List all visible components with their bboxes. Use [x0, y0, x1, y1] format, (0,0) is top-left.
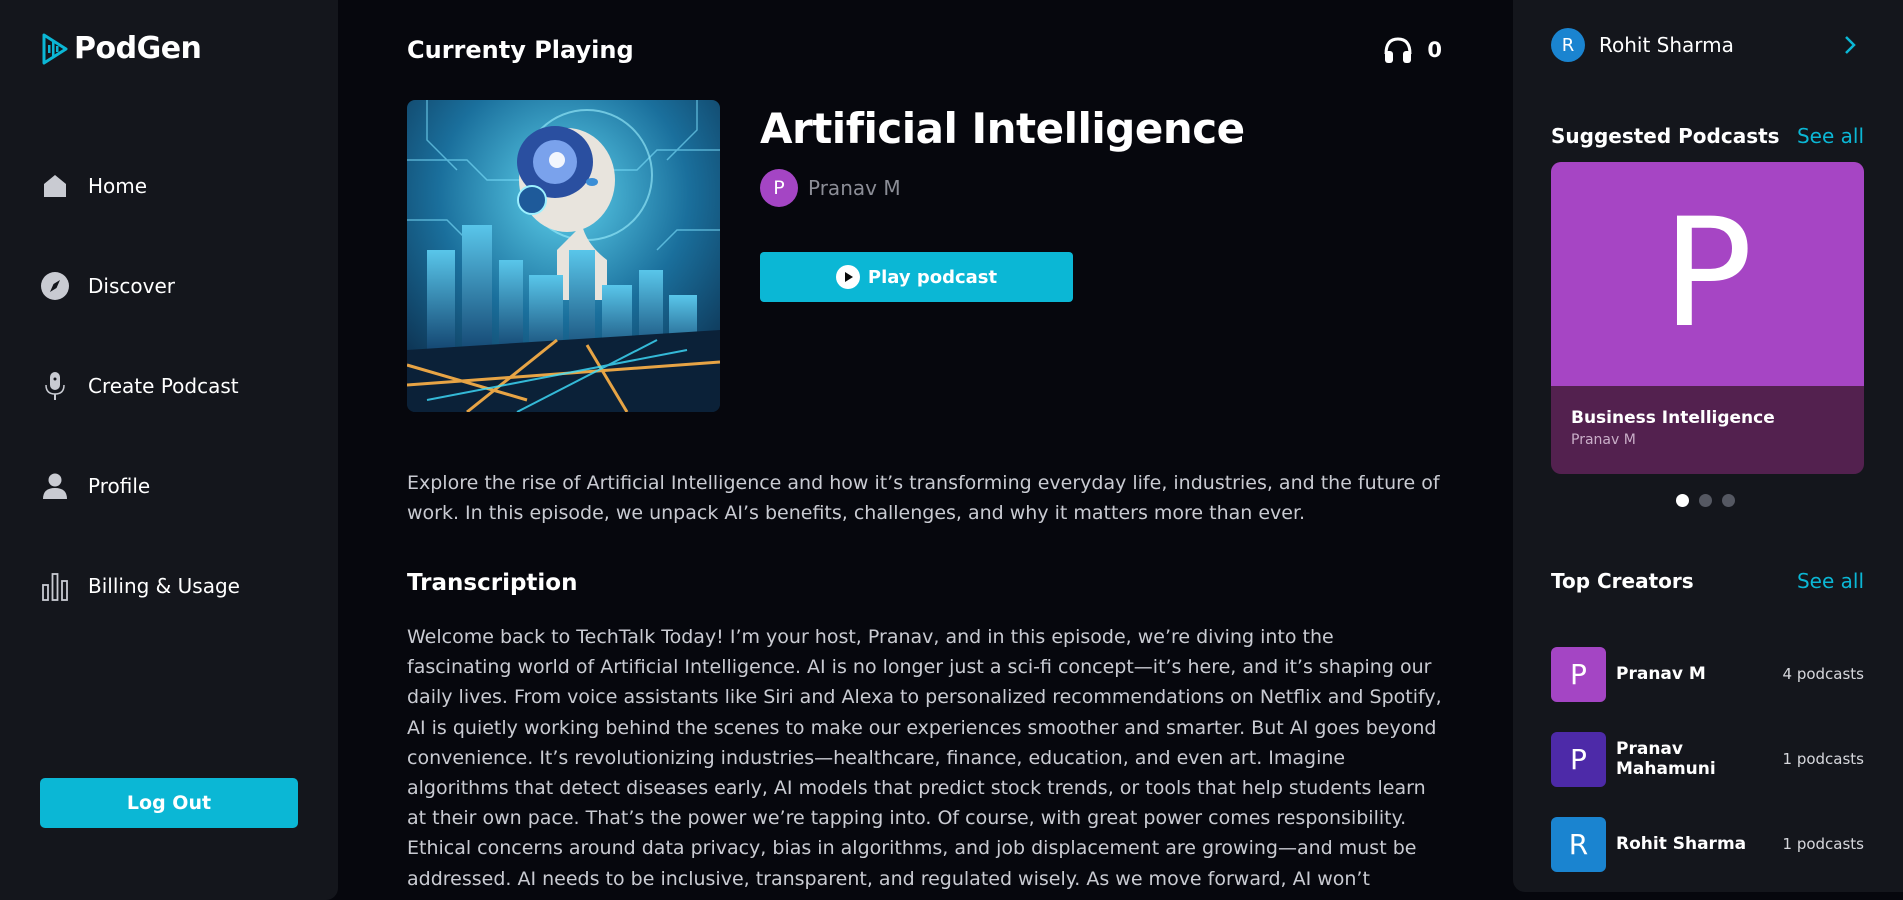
user-name: Rohit Sharma [1599, 33, 1734, 57]
user-profile-link[interactable]: R Rohit Sharma [1551, 28, 1734, 62]
sidebar-item-billing[interactable]: Billing & Usage [40, 571, 240, 601]
sidebar-item-create-podcast[interactable]: Create Podcast [40, 371, 239, 401]
play-icon [835, 265, 860, 289]
avatar: R [1551, 816, 1606, 872]
right-sidebar: R Rohit Sharma Suggested Podcasts See al… [1513, 0, 1903, 892]
author-name: Pranav M [808, 176, 901, 200]
logout-button[interactable]: Log Out [40, 778, 298, 828]
podcast-title: Artificial Intelligence [760, 104, 1245, 153]
creator-item[interactable]: P Pranav Mahamuni 1 podcasts [1551, 731, 1864, 787]
podcast-description: Explore the rise of Artificial Intellige… [407, 472, 1440, 524]
sidebar-item-label: Billing & Usage [88, 574, 240, 598]
bar-chart-icon [40, 571, 70, 601]
logo[interactable]: PodGen [40, 31, 202, 66]
creator-item[interactable]: R Rohit Sharma 1 podcasts [1551, 816, 1864, 872]
page-title: Currenty Playing [407, 36, 634, 64]
podgen-logo-icon [42, 33, 68, 64]
main-content: Currenty Playing 0 Artificial Intelligen… [407, 0, 1442, 900]
creator-item[interactable]: P Pranav M 4 podcasts [1551, 646, 1864, 702]
avatar: P [760, 169, 798, 207]
left-sidebar: PodGen Home Discover Create Podcast Prof… [0, 0, 338, 900]
creator-podcast-count: 1 podcasts [1782, 750, 1864, 768]
creator-name: Rohit Sharma [1616, 834, 1747, 854]
sidebar-item-discover[interactable]: Discover [40, 271, 175, 301]
chevron-right-icon[interactable] [1835, 30, 1865, 60]
sidebar-item-label: Discover [88, 274, 175, 298]
podcast-author[interactable]: P Pranav M [760, 169, 901, 207]
see-all-suggested-link[interactable]: See all [1797, 124, 1864, 148]
see-all-creators-link[interactable]: See all [1797, 569, 1864, 593]
suggested-podcast-cover: P [1551, 162, 1864, 386]
sidebar-item-label: Create Podcast [88, 374, 239, 398]
user-icon [40, 471, 70, 501]
suggested-podcasts-heading: Suggested Podcasts [1551, 124, 1780, 148]
sidebar-item-label: Profile [88, 474, 151, 498]
listener-count-value: 0 [1427, 38, 1442, 62]
avatar: R [1551, 28, 1585, 62]
home-icon [40, 171, 70, 201]
cover-letter: P [1662, 187, 1753, 361]
creator-podcast-count: 4 podcasts [1782, 665, 1864, 683]
headphones-icon [1384, 37, 1412, 63]
creator-name: Pranav Mahamuni [1616, 739, 1716, 779]
creator-name: Pranav M [1616, 664, 1706, 684]
suggested-podcast-card[interactable]: P Business Intelligence Pranav M [1551, 162, 1864, 474]
suggested-podcast-author: Pranav M [1571, 432, 1636, 448]
listener-count: 0 [1383, 36, 1442, 64]
carousel-dot-3[interactable] [1722, 494, 1735, 507]
sidebar-item-profile[interactable]: Profile [40, 471, 150, 501]
avatar: P [1551, 731, 1606, 787]
carousel-dot-2[interactable] [1699, 494, 1712, 507]
compass-icon [40, 271, 70, 301]
play-podcast-button[interactable]: Play podcast [760, 252, 1073, 302]
top-creators-heading: Top Creators [1551, 569, 1694, 593]
transcription-heading: Transcription [407, 570, 578, 596]
suggested-podcast-title: Business Intelligence [1571, 408, 1775, 428]
sidebar-item-label: Home [88, 174, 148, 198]
creator-podcast-count: 1 podcasts [1782, 835, 1864, 853]
play-podcast-label: Play podcast [867, 266, 998, 288]
sidebar-item-home[interactable]: Home [40, 171, 147, 201]
microphone-icon [40, 371, 70, 401]
carousel-dot-1[interactable] [1676, 494, 1689, 507]
podcast-cover-image [407, 100, 720, 412]
carousel-dots [1676, 494, 1735, 507]
transcription-text: Welcome back to TechTalk Today! I’m your… [407, 626, 1442, 900]
app-name: PodGen [74, 31, 202, 66]
avatar: P [1551, 646, 1606, 702]
